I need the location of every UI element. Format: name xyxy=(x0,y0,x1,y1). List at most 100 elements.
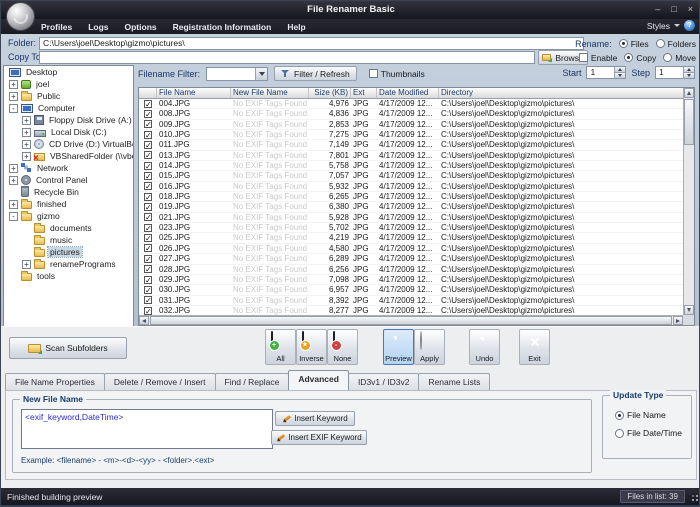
update-file-name-radio[interactable]: File Name xyxy=(615,410,666,420)
row-checkbox[interactable]: ✓ xyxy=(144,213,152,221)
table-row[interactable]: ✓014.JPGNo EXIF Tags Found5,758JPG4/17/2… xyxy=(139,161,683,171)
row-checkbox[interactable]: ✓ xyxy=(144,120,152,128)
row-checkbox[interactable]: ✓ xyxy=(144,224,152,232)
filter-refresh-button[interactable]: Filter / Refresh xyxy=(274,66,357,81)
expand-toggle[interactable]: + xyxy=(9,164,18,173)
table-row[interactable]: ✓029.JPGNo EXIF Tags Found7,098JPG4/17/2… xyxy=(139,275,683,285)
column-header-directory[interactable]: Directory xyxy=(439,88,694,98)
styles-menu[interactable]: Styles ? xyxy=(647,20,695,31)
tree-item-music[interactable]: music xyxy=(4,234,133,246)
table-row[interactable]: ✓028.JPGNo EXIF Tags Found6,256JPG4/17/2… xyxy=(139,265,683,275)
vertical-scrollbar[interactable] xyxy=(683,88,694,315)
row-checkbox[interactable]: ✓ xyxy=(144,296,152,304)
close-button[interactable]: × xyxy=(688,3,693,15)
rename-files-radio[interactable]: Files xyxy=(619,39,649,49)
tree-item-local-disk-c[interactable]: +Local Disk (C:) xyxy=(4,126,133,138)
table-row[interactable]: ✓026.JPGNo EXIF Tags Found4,580JPG4/17/2… xyxy=(139,244,683,254)
tree-item-gizmo[interactable]: -gizmo xyxy=(4,210,133,222)
table-row[interactable]: ✓010.JPGNo EXIF Tags Found7,275JPG4/17/2… xyxy=(139,130,683,140)
tree-item-renameprograms[interactable]: +renamePrograms xyxy=(4,258,133,270)
thumbnails-checkbox[interactable]: Thumbnails xyxy=(369,69,425,79)
new-file-name-input[interactable]: <exif_keyword,DateTime> xyxy=(21,409,273,449)
minimize-button[interactable]: – xyxy=(655,3,660,15)
step-stepper[interactable]: 1 xyxy=(655,66,695,79)
expand-toggle[interactable]: + xyxy=(22,128,31,137)
column-header-size-kb[interactable]: Size (KB) xyxy=(309,88,351,98)
row-checkbox[interactable]: ✓ xyxy=(144,141,152,149)
table-row[interactable]: ✓004.JPGNo EXIF Tags Found4,976JPG4/17/2… xyxy=(139,99,683,109)
expand-toggle[interactable]: - xyxy=(9,212,18,221)
expand-toggle[interactable]: + xyxy=(9,92,18,101)
expand-toggle[interactable]: + xyxy=(9,176,18,185)
table-row[interactable]: ✓025.JPGNo EXIF Tags Found4,219JPG4/17/2… xyxy=(139,233,683,243)
expand-toggle[interactable]: + xyxy=(22,140,31,149)
inverse-selection-button[interactable]: Inverse xyxy=(296,329,327,365)
table-row[interactable]: ✓031.JPGNo EXIF Tags Found8,392JPG4/17/2… xyxy=(139,296,683,306)
select-all-button[interactable]: All xyxy=(265,329,296,365)
row-checkbox[interactable]: ✓ xyxy=(144,131,152,139)
table-row[interactable]: ✓023.JPGNo EXIF Tags Found5,702JPG4/17/2… xyxy=(139,223,683,233)
table-row[interactable]: ✓030.JPGNo EXIF Tags Found6,957JPG4/17/2… xyxy=(139,285,683,295)
table-row[interactable]: ✓016.JPGNo EXIF Tags Found5,932JPG4/17/2… xyxy=(139,182,683,192)
scroll-up-button[interactable] xyxy=(684,88,694,98)
tab-advanced[interactable]: Advanced xyxy=(288,370,349,390)
menu-item-help[interactable]: Help xyxy=(287,22,305,32)
table-row[interactable]: ✓018.JPGNo EXIF Tags Found6,265JPG4/17/2… xyxy=(139,192,683,202)
copy-radio[interactable]: Copy xyxy=(624,53,656,63)
start-stepper[interactable]: 1 xyxy=(586,66,626,79)
tree-item-documents[interactable]: documents xyxy=(4,222,133,234)
row-checkbox[interactable]: ✓ xyxy=(144,234,152,242)
scan-subfolders-button[interactable]: Scan Subfolders xyxy=(9,337,127,359)
row-checkbox[interactable]: ✓ xyxy=(144,110,152,118)
column-header-file-name[interactable]: File Name xyxy=(157,88,231,98)
table-row[interactable]: ✓013.JPGNo EXIF Tags Found7,801JPG4/17/2… xyxy=(139,151,683,161)
table-row[interactable]: ✓011.JPGNo EXIF Tags Found7,149JPG4/17/2… xyxy=(139,140,683,150)
rename-folders-radio[interactable]: Folders xyxy=(656,39,696,49)
row-checkbox[interactable]: ✓ xyxy=(144,203,152,211)
tab-rename-lists[interactable]: Rename Lists xyxy=(418,373,490,390)
table-row[interactable]: ✓009.JPGNo EXIF Tags Found2,853JPG4/17/2… xyxy=(139,120,683,130)
tree-item-cd-drive-d-virtualbox-guest[interactable]: +CD Drive (D:) VirtualBox Guest xyxy=(4,138,133,150)
tree-item-network[interactable]: +Network xyxy=(4,162,133,174)
table-row[interactable]: ✓019.JPGNo EXIF Tags Found6,380JPG4/17/2… xyxy=(139,202,683,212)
column-header-new-file-name[interactable]: New File Name xyxy=(231,88,309,98)
table-row[interactable]: ✓021.JPGNo EXIF Tags Found5,928JPG4/17/2… xyxy=(139,213,683,223)
expand-toggle[interactable]: + xyxy=(22,260,31,269)
table-row[interactable]: ✓027.JPGNo EXIF Tags Found6,289JPG4/17/2… xyxy=(139,254,683,264)
tree-item-control-panel[interactable]: +Control Panel xyxy=(4,174,133,186)
row-checkbox[interactable]: ✓ xyxy=(144,265,152,273)
tree-item-recycle-bin[interactable]: Recycle Bin xyxy=(4,186,133,198)
apply-button[interactable]: Apply xyxy=(414,329,445,365)
expand-toggle[interactable]: + xyxy=(9,80,18,89)
expand-toggle[interactable]: + xyxy=(9,200,18,209)
menu-item-logs[interactable]: Logs xyxy=(88,22,108,32)
spin-down-button[interactable] xyxy=(683,73,694,79)
tree-item-public[interactable]: +Public xyxy=(4,90,133,102)
row-checkbox[interactable]: ✓ xyxy=(144,151,152,159)
tree-item-tools[interactable]: tools xyxy=(4,270,133,282)
tree-item-finished[interactable]: +finished xyxy=(4,198,133,210)
table-row[interactable]: ✓032.JPGNo EXIF Tags Found8,277JPG4/17/2… xyxy=(139,306,683,315)
table-row[interactable]: ✓015.JPGNo EXIF Tags Found7,057JPG4/17/2… xyxy=(139,171,683,181)
tab-find-replace[interactable]: Find / Replace xyxy=(215,373,290,390)
resize-grip[interactable] xyxy=(696,499,698,501)
dropdown-arrow-button[interactable] xyxy=(255,68,267,80)
scroll-right-button[interactable] xyxy=(673,316,683,325)
menu-item-registration-information[interactable]: Registration Information xyxy=(173,22,272,32)
tree-item-floppy-disk-drive-a[interactable]: +Floppy Disk Drive (A:) xyxy=(4,114,133,126)
tab-delete-remove-insert[interactable]: Delete / Remove / Insert xyxy=(104,373,216,390)
copyto-input[interactable] xyxy=(39,51,535,64)
tree-item-joel[interactable]: +joel xyxy=(4,78,133,90)
expand-toggle[interactable]: - xyxy=(9,104,18,113)
table-row[interactable]: ✓008.JPGNo EXIF Tags Found4,836JPG4/17/2… xyxy=(139,109,683,119)
row-checkbox[interactable]: ✓ xyxy=(144,162,152,170)
row-checkbox[interactable]: ✓ xyxy=(144,286,152,294)
menu-item-profiles[interactable]: Profiles xyxy=(41,22,72,32)
folder-input[interactable]: C:\Users\joel\Desktop\gizmo\pictures\ xyxy=(39,37,584,50)
tree-item-computer[interactable]: -Computer xyxy=(4,102,133,114)
tab-id3v1-id3v2[interactable]: ID3v1 / ID3v2 xyxy=(348,373,420,390)
undo-button[interactable]: Undo xyxy=(469,329,500,365)
tab-file-name-properties[interactable]: File Name Properties xyxy=(5,373,105,390)
row-checkbox[interactable]: ✓ xyxy=(144,255,152,263)
maximize-button[interactable]: □ xyxy=(671,3,676,15)
